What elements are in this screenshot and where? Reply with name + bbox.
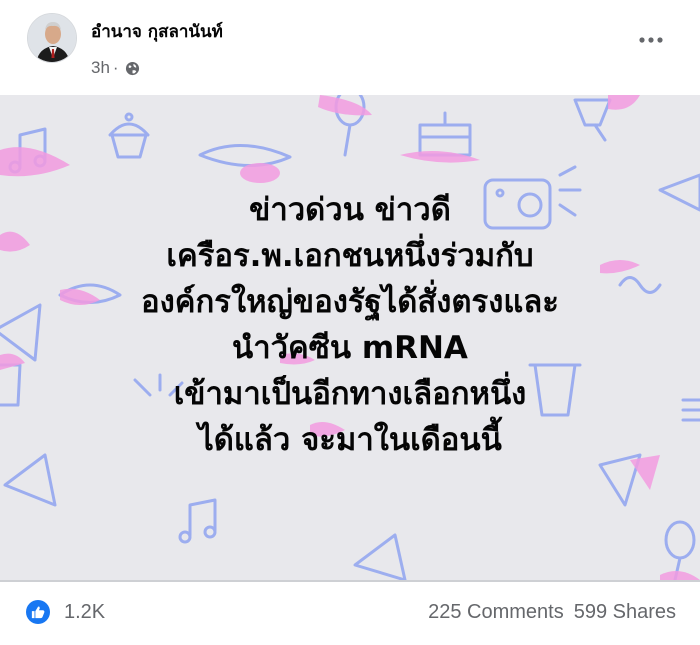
- meta-separator: ·: [112, 58, 119, 77]
- post-time[interactable]: 3h: [91, 58, 110, 78]
- post-text: ข่าวด่วน ข่าวดี เครือร.พ.เอกชนหนึ่งร่วมก…: [60, 187, 640, 463]
- thumbs-up-icon: [31, 606, 45, 619]
- post-text-line: เข้ามาเป็นอีกทางเลือกหนึ่ง: [173, 376, 527, 412]
- post-text-line: เครือร.พ.เอกชนหนึ่งร่วมกับ: [166, 238, 534, 274]
- comments-count-link[interactable]: 225 Comments: [428, 601, 564, 624]
- globe-icon[interactable]: [125, 61, 140, 76]
- post-text-line: ได้แล้ว จะมาในเดือนนี้: [198, 422, 502, 458]
- more-dots-icon: [639, 37, 663, 43]
- post-meta: 3h ·: [91, 58, 140, 78]
- post-text-line: ข่าวด่วน ข่าวดี: [249, 192, 451, 228]
- reaction-count: 1.2K: [64, 600, 106, 623]
- avatar-image: [28, 14, 76, 62]
- post-background-card: ข่าวด่วน ข่าวดี เครือร.พ.เอกชนหนึ่งร่วมก…: [0, 95, 700, 580]
- like-icon: [26, 600, 50, 624]
- shares-count-link[interactable]: 599 Shares: [574, 601, 676, 624]
- more-options-button[interactable]: [634, 26, 668, 54]
- avatar[interactable]: [27, 13, 77, 63]
- author-name[interactable]: อำนาจ กุสลานันท์: [91, 18, 223, 45]
- post-header: อำนาจ กุสลานันท์ 3h ·: [0, 0, 700, 95]
- engagement-counts: 225 Comments 599 Shares: [428, 601, 676, 624]
- post-footer: 1.2K 225 Comments 599 Shares: [0, 582, 700, 645]
- post-text-line: นำวัคซีน mRNA: [232, 330, 468, 366]
- post-text-line: องค์กรใหญ่ของรัฐได้สั่งตรงและ: [141, 284, 559, 320]
- reaction-summary[interactable]: 1.2K: [26, 600, 105, 624]
